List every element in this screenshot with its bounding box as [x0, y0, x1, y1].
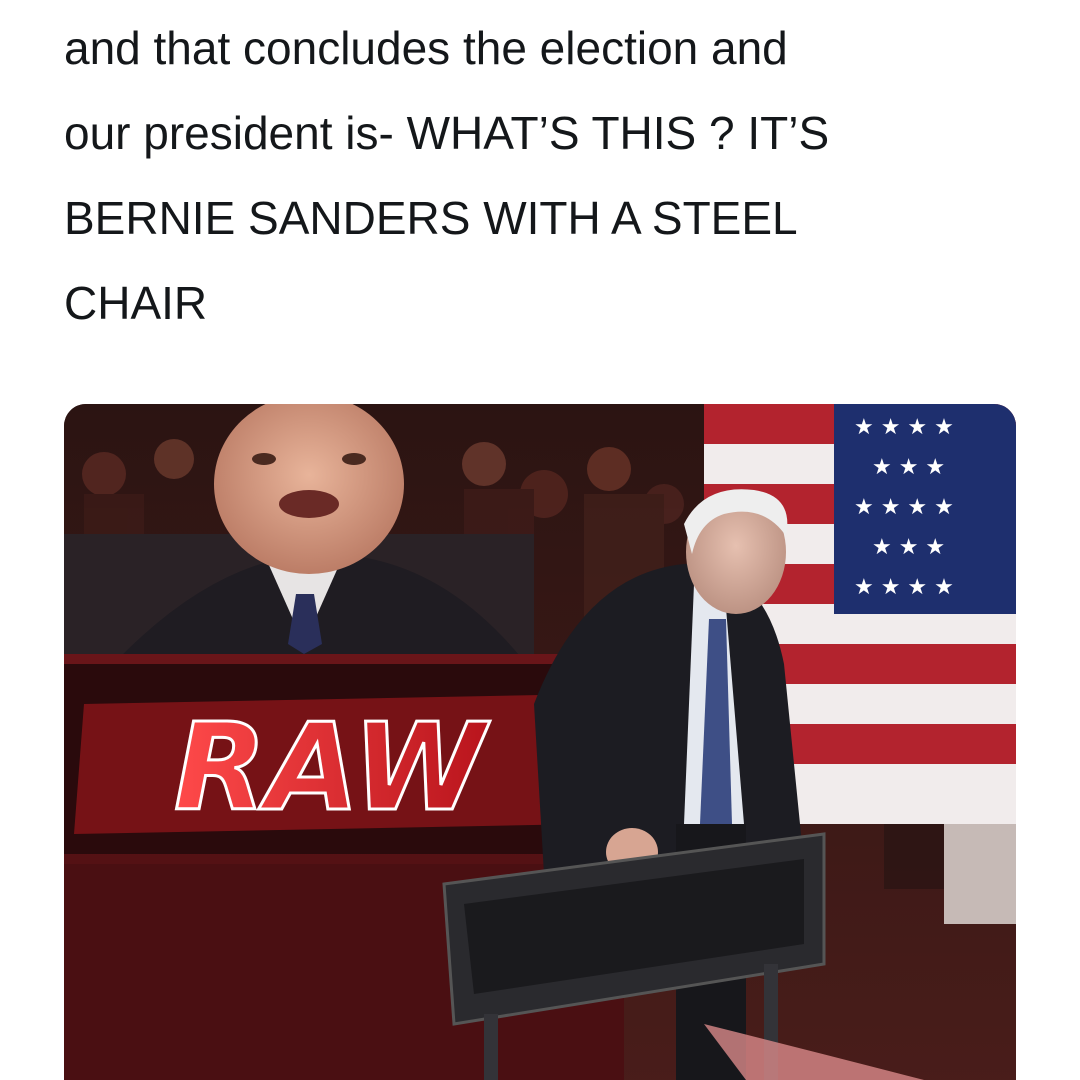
svg-text:★ ★ ★ ★: ★ ★ ★ ★ — [854, 415, 954, 440]
meme-post: and that concludes the election and our … — [0, 0, 1080, 1080]
svg-text:★ ★ ★: ★ ★ ★ — [872, 455, 945, 480]
caption-line: BERNIE SANDERS WITH A STEEL — [64, 192, 798, 244]
svg-text:★ ★ ★ ★: ★ ★ ★ ★ — [854, 495, 954, 520]
caption-line: CHAIR — [64, 277, 208, 329]
svg-text:★ ★ ★: ★ ★ ★ — [872, 535, 945, 560]
wrestling-scene-illustration: ★ ★ ★ ★ ★ ★ ★ ★ ★ ★ ★ ★ ★ ★ ★ ★ ★ ★ RAW — [64, 404, 1016, 1080]
caption-text: and that concludes the election and our … — [64, 6, 1024, 346]
caption-line: and that concludes the election and — [64, 22, 788, 74]
svg-text:★ ★ ★ ★: ★ ★ ★ ★ — [854, 575, 954, 600]
meme-image[interactable]: ★ ★ ★ ★ ★ ★ ★ ★ ★ ★ ★ ★ ★ ★ ★ ★ ★ ★ RAW — [64, 404, 1016, 1080]
raw-logo: RAW — [174, 699, 491, 838]
caption-line: our president is- WHAT’S THIS ? IT’S — [64, 107, 830, 159]
